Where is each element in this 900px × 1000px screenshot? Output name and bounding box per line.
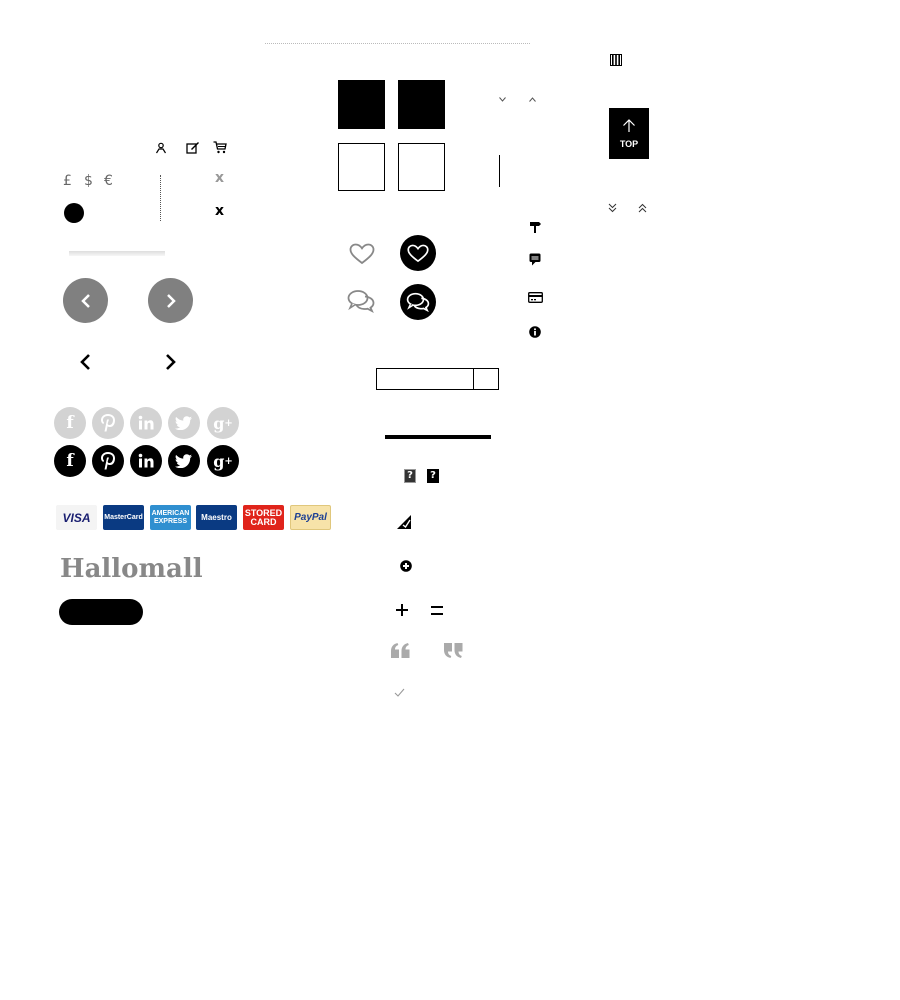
double-chevron-down-icon[interactable] [608, 203, 617, 213]
quantity-submit-button[interactable] [473, 368, 499, 390]
twitter-icon-grey[interactable] [168, 407, 200, 439]
close-icon-black[interactable]: x [215, 203, 224, 219]
prev-slide-button[interactable] [63, 278, 108, 323]
scroll-to-top-button[interactable]: TOP [609, 108, 649, 159]
mastercard-icon: MasterCard [103, 505, 144, 530]
chevron-left-icon[interactable] [78, 354, 92, 370]
heart-icon [407, 244, 429, 262]
help-icon[interactable]: ? [427, 469, 439, 483]
close-icon-grey[interactable]: x [215, 170, 224, 186]
equals-icon [431, 605, 443, 616]
swatch-filled-1[interactable] [338, 80, 385, 129]
account-icon[interactable] [155, 142, 167, 154]
arrow-up-icon [623, 119, 635, 132]
top-dotted-divider [265, 43, 530, 44]
selected-dot-icon [64, 203, 84, 223]
swatch-filled-2[interactable] [398, 80, 445, 129]
scroll-to-top-label: TOP [619, 139, 639, 149]
add-circle-icon[interactable] [400, 560, 412, 572]
scroll-shadow-bar [69, 251, 165, 256]
plus-icon[interactable] [396, 604, 408, 616]
comments-outline-icon[interactable] [347, 289, 375, 313]
wishlist-button[interactable] [400, 235, 436, 271]
amex-card-icon: AMERICAN EXPRESS [150, 505, 191, 530]
pinterest-icon[interactable] [92, 445, 124, 477]
currency-gbp-icon[interactable]: £ [63, 173, 72, 189]
twitter-icon[interactable] [168, 445, 200, 477]
facebook-icon-grey[interactable]: f [54, 407, 86, 439]
swatch-outline-1[interactable] [338, 143, 385, 191]
currency-eur-icon[interactable]: € [104, 173, 113, 189]
comments-button[interactable] [400, 284, 436, 320]
chevron-down-icon[interactable] [499, 97, 506, 102]
swatch-outline-2[interactable] [398, 143, 445, 191]
pinterest-icon-grey[interactable] [92, 407, 124, 439]
signpost-icon [529, 221, 542, 233]
vertical-divider [499, 155, 500, 187]
info-icon [529, 326, 541, 338]
quantity-input[interactable] [376, 368, 474, 390]
pill-button[interactable] [59, 599, 143, 625]
maestro-card-icon: Maestro [196, 505, 237, 530]
speech-bubble-icon [529, 253, 541, 266]
active-tab-underline [385, 435, 491, 439]
stored-card-icon: STORED CARD [243, 505, 284, 530]
double-chevron-up-icon[interactable] [638, 203, 647, 213]
linkedin-icon[interactable] [130, 445, 162, 477]
help-icon-outline[interactable]: ? [404, 469, 416, 483]
site-logo: Hallomall [60, 554, 203, 584]
heart-outline-icon[interactable] [349, 243, 375, 265]
google-plus-icon[interactable]: g + [207, 445, 239, 477]
next-slide-button[interactable] [148, 278, 193, 323]
linkedin-icon-grey[interactable] [130, 407, 162, 439]
chevron-left-icon [80, 293, 90, 308]
currency-usd-icon[interactable]: $ [84, 173, 93, 189]
visa-card-icon: VISA [56, 505, 97, 530]
quote-close-icon [444, 643, 463, 658]
paypal-card-icon: PayPal [290, 505, 331, 530]
chevron-up-icon[interactable] [529, 97, 536, 102]
credit-card-icon [528, 292, 543, 303]
columns-icon[interactable] [610, 54, 622, 66]
checkmark-icon [394, 688, 405, 697]
quote-open-icon [391, 643, 410, 658]
edit-icon[interactable] [186, 141, 200, 154]
comments-icon [406, 292, 430, 312]
vertical-dotted-divider [160, 175, 161, 221]
corner-check-icon [397, 515, 412, 529]
chevron-right-icon [166, 293, 176, 308]
chevron-right-icon[interactable] [164, 354, 178, 370]
shopping-cart-icon[interactable] [213, 141, 227, 154]
facebook-icon[interactable]: f [54, 445, 86, 477]
google-plus-icon-grey[interactable]: g + [207, 407, 239, 439]
